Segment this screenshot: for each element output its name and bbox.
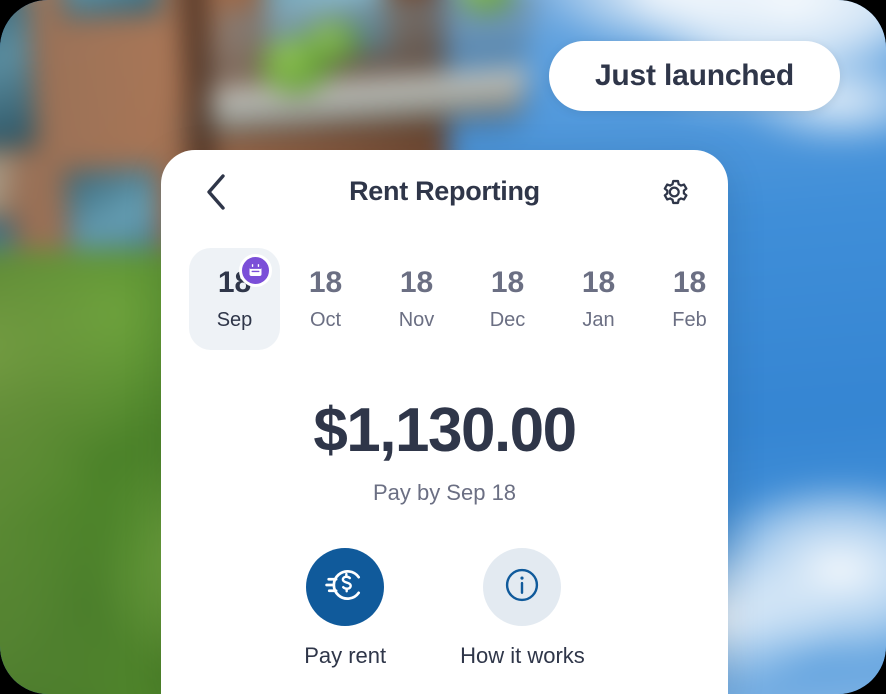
month-day: 18: [490, 266, 525, 299]
month-label: Oct: [309, 309, 342, 331]
action-buttons: Pay rent How it works: [161, 548, 728, 669]
month-item-nov[interactable]: 18 Nov: [371, 248, 462, 350]
month-item-jan[interactable]: 18 Jan: [553, 248, 644, 350]
rent-reporting-card: Rent Reporting 18 Sep 18 Oct 18 Nov 18 D…: [161, 150, 728, 694]
rent-amount: $1,130.00: [313, 396, 577, 465]
how-it-works-icon-circle: [483, 548, 562, 626]
month-day: 18: [399, 266, 434, 299]
month-day: 18: [308, 266, 343, 299]
month-label: Jan: [582, 309, 615, 331]
month-label: Dec: [489, 309, 526, 331]
due-date-label: Pay by Sep 18: [372, 480, 517, 505]
just-launched-badge: Just launched: [549, 41, 840, 111]
month-selector[interactable]: 18 Sep 18 Oct 18 Nov 18 Dec 18 Jan 18 Fe…: [161, 248, 728, 358]
month-label: Nov: [398, 309, 435, 331]
pay-rent-label: Pay rent: [304, 643, 387, 668]
month-day: 18: [672, 266, 707, 299]
month-item-sep[interactable]: 18 Sep: [189, 248, 280, 350]
amount-section: $1,130.00 Pay by Sep 18: [161, 400, 728, 506]
settings-button[interactable]: [652, 172, 696, 216]
month-day: 18: [581, 266, 616, 299]
just-launched-label: Just launched: [594, 59, 795, 92]
info-icon: [501, 564, 543, 611]
month-label: Feb: [672, 309, 707, 331]
month-item-feb[interactable]: 18 Feb: [644, 248, 728, 350]
pay-rent-icon-circle: [306, 548, 385, 626]
screenshot-root: Just launched Rent Reporting 18 Sep 18 O…: [0, 0, 886, 694]
how-it-works-label: How it works: [460, 643, 585, 668]
how-it-works-button[interactable]: How it works: [460, 548, 585, 669]
fast-money-icon: [324, 564, 366, 611]
pay-rent-button[interactable]: Pay rent: [304, 548, 386, 669]
month-label: Sep: [216, 309, 253, 331]
gear-icon: [658, 176, 690, 213]
calendar-icon: [238, 254, 272, 287]
page-title: Rent Reporting: [349, 176, 540, 206]
month-item-dec[interactable]: 18 Dec: [462, 248, 553, 350]
card-header: Rent Reporting: [161, 150, 728, 238]
month-item-oct[interactable]: 18 Oct: [280, 248, 371, 350]
